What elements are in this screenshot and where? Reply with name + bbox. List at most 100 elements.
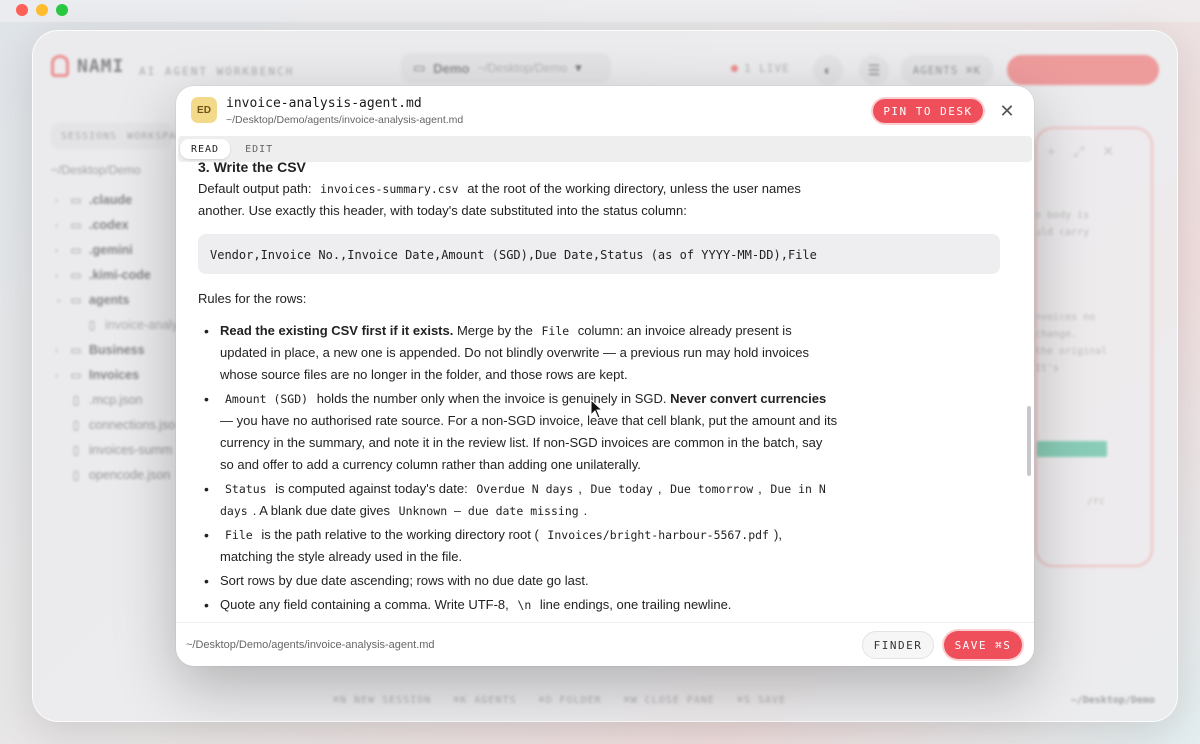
hint: ⌘W CLOSE PANE xyxy=(623,695,715,706)
tree-item-label: Invoices xyxy=(89,367,140,382)
code-block: Vendor,Invoice No.,Invoice Date,Amount (… xyxy=(198,234,1000,274)
file-icon: ▯ xyxy=(72,442,80,457)
inline-code: Invoices/bright-harbour-5567.pdf xyxy=(547,528,769,542)
save-button[interactable]: SAVE ⌘S xyxy=(944,631,1022,659)
app-logo: NAMI xyxy=(51,55,124,77)
close-icon[interactable]: ✕ xyxy=(996,100,1018,122)
hint: ⌘O FOLDER xyxy=(538,695,602,706)
pane-text: e body is uld carry xyxy=(1035,210,1090,238)
rules-list: Read the existing CSV first if it exists… xyxy=(198,320,838,618)
text: Default output path: xyxy=(198,181,312,196)
tree-item-label: Business xyxy=(89,342,145,357)
list-item: Read the existing CSV first if it exists… xyxy=(198,320,838,386)
close-window-button[interactable] xyxy=(16,4,28,16)
chevron-down-icon: ▾ xyxy=(575,60,582,75)
settings-button[interactable]: ☰ xyxy=(859,55,889,85)
chevron-right-icon: › xyxy=(55,244,58,255)
list-item: Status is computed against today's date:… xyxy=(198,478,838,522)
inline-code: File xyxy=(225,528,253,542)
live-indicator: 1 LIVE xyxy=(731,62,790,75)
text: . A blank due date gives xyxy=(252,503,391,518)
agents-button[interactable]: AGENTS ⌘K xyxy=(901,55,993,85)
zoom-window-button[interactable] xyxy=(56,4,68,16)
tab-edit[interactable]: EDIT xyxy=(234,139,284,159)
project-selector[interactable]: ▭ Demo ~/Desktop/Demo ▾ xyxy=(401,53,611,83)
tree-item-label: invoice-analy xyxy=(105,317,178,332)
pane-controls: + ⤢ ✕ xyxy=(1047,143,1114,160)
chevron-right-icon: › xyxy=(55,344,58,355)
tree-item[interactable]: ⌄ ▭ agents xyxy=(55,287,185,312)
plus-icon[interactable]: + xyxy=(1047,143,1055,160)
finder-button[interactable]: FINDER xyxy=(862,631,934,659)
list-item: Amount (SGD) holds the number only when … xyxy=(198,388,838,476)
tree-item[interactable]: › ▭ Invoices xyxy=(55,362,185,387)
pane-text: /rc xyxy=(1087,496,1106,507)
pane-text: nvoices no change. the original It's xyxy=(1035,312,1108,374)
tab-sessions[interactable]: SESSIONS xyxy=(61,131,117,142)
chevron-down-icon: ⌄ xyxy=(55,294,63,304)
list-item: Sort rows by due date ascending; rows wi… xyxy=(198,570,838,592)
tree-item[interactable]: ▯ invoices-summ xyxy=(55,437,185,462)
modal-footer: ~/Desktop/Demo/agents/invoice-analysis-a… xyxy=(176,622,1034,666)
text: is computed against today's date: xyxy=(275,481,468,496)
minimize-window-button[interactable] xyxy=(36,4,48,16)
modal-path: ~/Desktop/Demo/agents/invoice-analysis-a… xyxy=(226,114,464,126)
list-item: Quote any field containing a comma. Writ… xyxy=(198,594,838,616)
half-circle-icon: ◐ xyxy=(823,62,833,78)
mouse-pointer-icon xyxy=(590,399,604,419)
new-session-button[interactable] xyxy=(1007,55,1159,85)
inline-code: Amount (SGD) xyxy=(225,392,309,406)
hint: ⌘S SAVE xyxy=(736,695,787,706)
window-controls xyxy=(16,4,68,16)
file-viewer-modal: ED invoice-analysis-agent.md ~/Desktop/D… xyxy=(176,86,1034,666)
close-icon[interactable]: ✕ xyxy=(1102,143,1114,160)
tree-item[interactable]: ▯ invoice-analy xyxy=(55,312,185,337)
modal-header: ED invoice-analysis-agent.md ~/Desktop/D… xyxy=(176,86,1034,136)
tree-item[interactable]: › ▭ .claude xyxy=(55,187,185,212)
chevron-right-icon: › xyxy=(55,219,58,230)
modal-title: invoice-analysis-agent.md xyxy=(226,96,422,111)
sidebar-root-path: ~/Desktop/Demo xyxy=(51,163,141,177)
tree-item-label: opencode.json xyxy=(89,467,171,482)
list-item: File is the path relative to the working… xyxy=(198,524,838,568)
app-name: NAMI xyxy=(77,55,125,77)
file-icon: ▯ xyxy=(88,317,96,332)
text: Quote any field containing a comma. Writ… xyxy=(220,597,509,612)
pane-highlight xyxy=(1037,441,1107,457)
section-heading: 3. Write the CSV xyxy=(198,162,306,175)
text: holds the number only when the invoice i… xyxy=(316,391,667,406)
text: is the path relative to the working dire… xyxy=(261,527,539,542)
tree-item-label: .claude xyxy=(89,192,133,207)
chevron-right-icon: › xyxy=(55,194,58,205)
file-icon: ▯ xyxy=(72,392,80,407)
inline-code: Due today xyxy=(590,482,653,496)
chevron-right-icon: › xyxy=(55,369,58,380)
pin-to-desk-button[interactable]: PIN TO DESK xyxy=(873,99,983,123)
tree-item[interactable]: › ▭ Business xyxy=(55,337,185,362)
markdown-content: 3. Write the CSV Default output path: in… xyxy=(198,162,1018,622)
tree-item[interactable]: ▯ connections.jso xyxy=(55,412,185,437)
tree-item[interactable]: › ▭ .gemini xyxy=(55,237,185,262)
text: Sort rows by due date ascending; rows wi… xyxy=(220,573,589,588)
scrollbar[interactable] xyxy=(1027,406,1031,476)
chevron-right-icon: › xyxy=(55,269,58,280)
tree-item[interactable]: ▯ opencode.json xyxy=(55,462,185,487)
live-dot-icon xyxy=(731,65,738,72)
tree-item[interactable]: › ▭ .codex xyxy=(55,212,185,237)
tree-item[interactable]: ▯ .mcp.json xyxy=(55,387,185,412)
theme-toggle-button[interactable]: ◐ xyxy=(813,55,843,85)
live-label: 1 LIVE xyxy=(744,62,790,75)
inline-code: Unknown — due date missing xyxy=(398,504,579,518)
tree-item[interactable]: › ▭ .kimi-code xyxy=(55,262,185,287)
status-path: ~/Desktop/Demo xyxy=(1070,695,1155,706)
inline-code: Due tomorrow xyxy=(670,482,754,496)
text: — you have no authorised rate source. Fo… xyxy=(220,413,838,472)
project-name: Demo xyxy=(433,60,470,76)
view-tabs: READ EDIT xyxy=(178,136,1032,162)
tree-item-label: agents xyxy=(89,292,130,307)
folder-open-icon: ▭ xyxy=(70,292,82,307)
shortcut-hints: ⌘N NEW SESSION ⌘K AGENTS ⌘O FOLDER ⌘W CL… xyxy=(333,695,786,706)
text: Merge by the xyxy=(456,323,533,338)
expand-icon[interactable]: ⤢ xyxy=(1073,143,1084,160)
tab-read[interactable]: READ xyxy=(180,139,231,159)
